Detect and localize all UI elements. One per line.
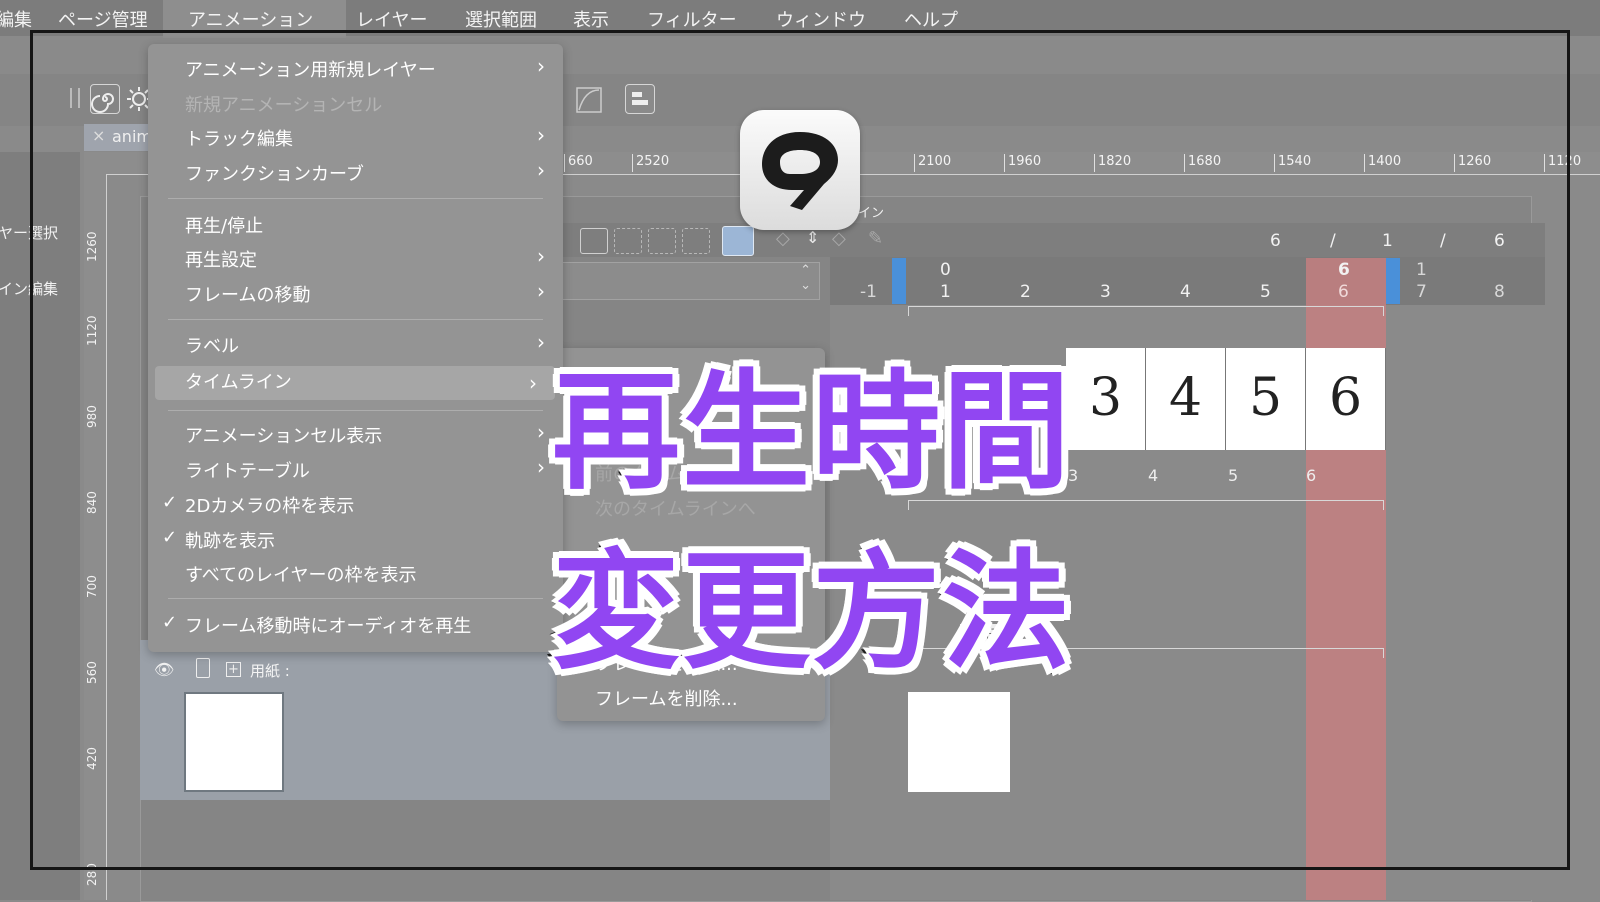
- menu-view[interactable]: 表示: [573, 6, 609, 32]
- thumbnail-frame: [30, 30, 1570, 870]
- menu-edit[interactable]: 編集: [0, 6, 32, 32]
- menu-filter[interactable]: フィルター: [647, 6, 737, 32]
- menu-animation[interactable]: アニメーション: [188, 6, 313, 32]
- menu-selection[interactable]: 選択範囲: [465, 6, 537, 32]
- menu-help[interactable]: ヘルプ: [904, 6, 958, 32]
- menu-page-management[interactable]: ページ管理: [58, 6, 148, 32]
- menu-layer[interactable]: レイヤー: [356, 6, 427, 32]
- menu-window[interactable]: ウィンドウ: [776, 6, 866, 32]
